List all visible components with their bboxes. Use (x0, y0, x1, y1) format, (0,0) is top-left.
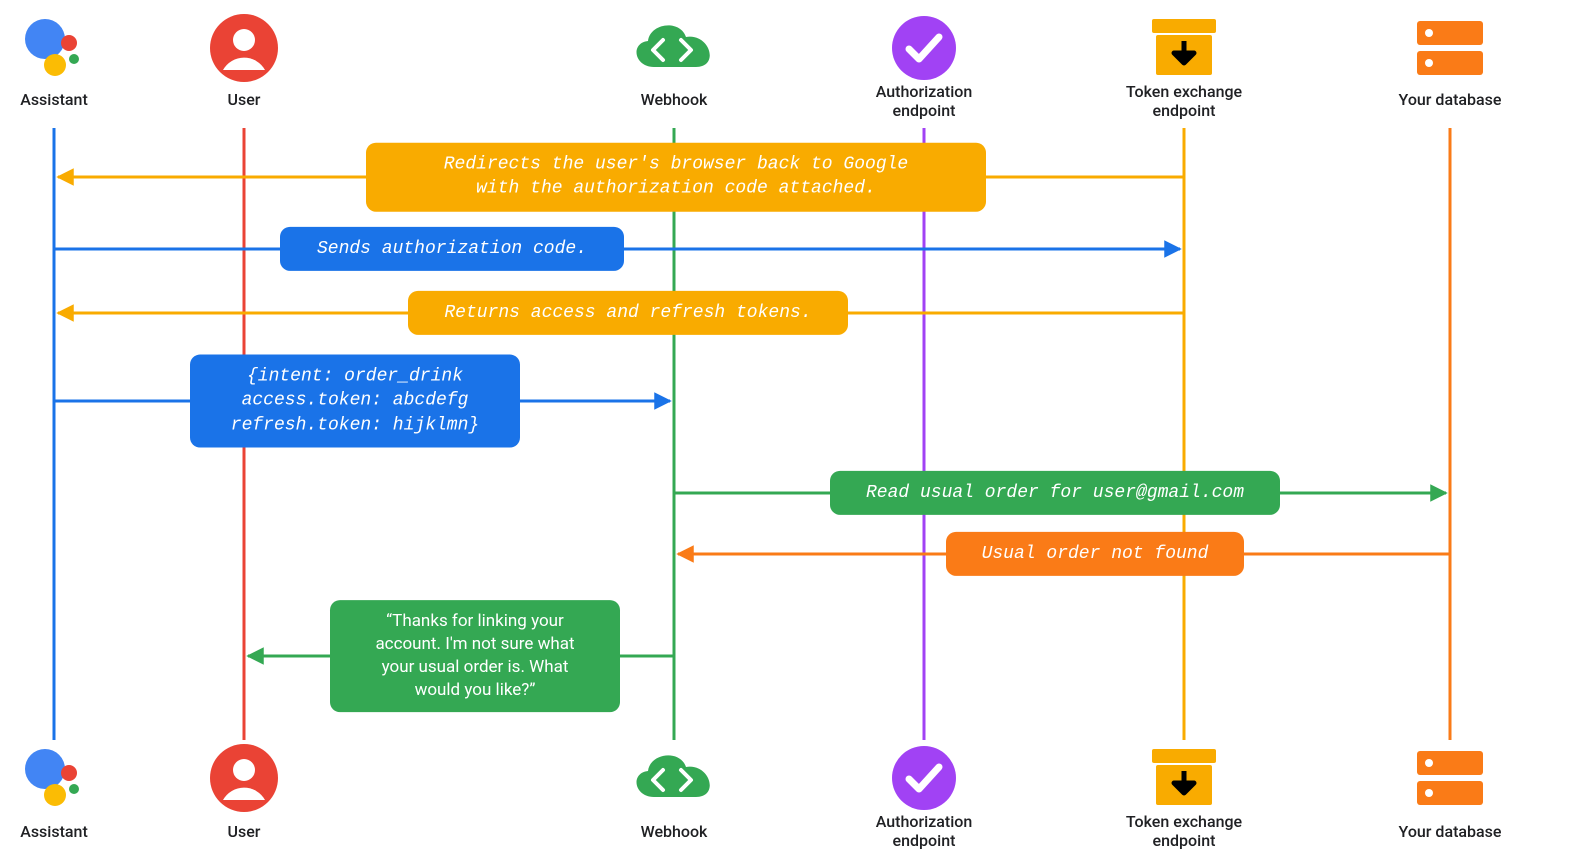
archive-down-icon (1146, 13, 1222, 87)
cloud-code-icon (624, 743, 724, 817)
message-label-m2: Sends authorization code. (280, 227, 624, 271)
assistant-icon (19, 743, 89, 817)
participant-label-db: Your database (1399, 90, 1502, 109)
user-icon (208, 742, 280, 818)
participant-label-token: Token exchange endpoint (1126, 812, 1242, 850)
participant-label-assistant: Assistant (20, 90, 88, 109)
participant-label-user: User (228, 90, 261, 109)
message-label-m4: {intent: order_drink access.token: abcde… (190, 355, 520, 448)
participant-label-user: User (228, 822, 261, 841)
message-label-m5: Read usual order for user@gmail.com (830, 471, 1280, 515)
message-label-m1: Redirects the user's browser back to Goo… (366, 143, 986, 212)
message-label-m3: Returns access and refresh tokens. (408, 291, 848, 335)
cloud-code-icon (624, 13, 724, 87)
participant-label-token: Token exchange endpoint (1126, 82, 1242, 120)
message-label-m6: Usual order not found (946, 532, 1244, 576)
check-circle-icon (889, 13, 959, 87)
sequence-diagram: Assistant Assistant User User Webhook Webhook… (0, 0, 1586, 852)
archive-down-icon (1146, 743, 1222, 817)
message-label-m7: “Thanks for linking your account. I'm no… (330, 600, 620, 712)
participant-label-assistant: Assistant (20, 822, 88, 841)
server-icon (1411, 13, 1489, 87)
user-icon (208, 12, 280, 88)
participant-label-webhook: Webhook (641, 90, 708, 109)
participant-label-auth: Authorization endpoint (876, 82, 973, 120)
server-icon (1411, 743, 1489, 817)
participant-label-webhook: Webhook (641, 822, 708, 841)
participant-label-db: Your database (1399, 822, 1502, 841)
check-circle-icon (889, 743, 959, 817)
assistant-icon (19, 13, 89, 87)
participant-label-auth: Authorization endpoint (876, 812, 973, 850)
